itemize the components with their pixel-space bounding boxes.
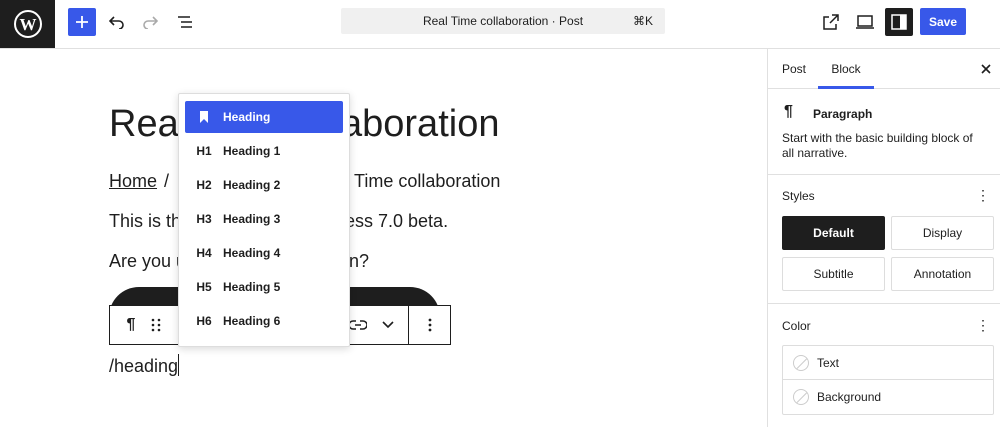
paragraph-1-end[interactable]: ess 7.0 beta. bbox=[345, 209, 448, 233]
drag-handle-icon[interactable] bbox=[146, 306, 166, 344]
menu-item-label: Heading 3 bbox=[223, 212, 281, 226]
block-autocomplete-menu: Heading H1 Heading 1 H2 Heading 2 H3 Hea… bbox=[178, 93, 350, 347]
styles-options-icon[interactable]: ⋮ bbox=[976, 187, 990, 204]
undo-icon[interactable] bbox=[103, 8, 131, 36]
menu-item-heading[interactable]: Heading bbox=[185, 101, 343, 133]
editor-canvas[interactable]: Real aboration Home / Time collaboration… bbox=[0, 49, 767, 427]
h4-icon: H4 bbox=[196, 246, 212, 260]
command-label: Real Time collaboration · Post bbox=[422, 14, 584, 28]
menu-item-label: Heading bbox=[223, 110, 271, 124]
more-options-icon[interactable] bbox=[418, 306, 442, 344]
menu-item-heading-6[interactable]: H6 Heading 6 bbox=[185, 305, 343, 337]
empty-swatch-icon bbox=[793, 354, 809, 371]
color-settings-panel: Text Background bbox=[782, 345, 994, 415]
breadcrumb-separator: / bbox=[164, 171, 170, 191]
document-overview-icon[interactable] bbox=[171, 8, 199, 36]
post-title-start: Real bbox=[109, 103, 188, 145]
top-toolbar: W Real Time collaboration · Post ⌘K Save bbox=[0, 0, 1000, 49]
h2-icon: H2 bbox=[196, 178, 212, 192]
block-card: ¶ Paragraph Start with the basic buildin… bbox=[768, 89, 1000, 175]
menu-item-label: Heading 1 bbox=[223, 144, 281, 158]
paragraph-2-start[interactable]: Are you u bbox=[109, 249, 186, 273]
block-name: Paragraph bbox=[813, 107, 873, 121]
menu-item-heading-5[interactable]: H5 Heading 5 bbox=[185, 271, 343, 303]
breadcrumb: Home / Time collaboration bbox=[109, 169, 500, 193]
color-background-item[interactable]: Background bbox=[783, 380, 993, 414]
tab-post[interactable]: Post bbox=[782, 49, 806, 89]
menu-item-heading-2[interactable]: H2 Heading 2 bbox=[185, 169, 343, 201]
redo-icon[interactable] bbox=[136, 8, 164, 36]
color-text-label: Text bbox=[817, 355, 840, 370]
command-shortcut: ⌘K bbox=[632, 14, 653, 28]
color-options-icon[interactable]: ⋮ bbox=[976, 317, 990, 334]
command-palette-button[interactable]: Real Time collaboration · Post ⌘K bbox=[341, 8, 665, 34]
style-display-button[interactable]: Display bbox=[891, 216, 994, 250]
menu-item-label: Heading 4 bbox=[223, 246, 281, 260]
h6-icon: H6 bbox=[196, 314, 212, 328]
style-default-button[interactable]: Default bbox=[782, 216, 885, 250]
breadcrumb-current: Time collaboration bbox=[354, 171, 501, 191]
style-subtitle-button[interactable]: Subtitle bbox=[782, 257, 885, 291]
view-post-icon[interactable] bbox=[817, 8, 845, 36]
add-block-button[interactable] bbox=[68, 8, 96, 36]
tab-block[interactable]: Block bbox=[818, 49, 874, 89]
h3-icon: H3 bbox=[196, 212, 212, 226]
slash-command-input[interactable]: /heading bbox=[109, 354, 180, 378]
post-title-end: aboration bbox=[341, 103, 500, 145]
toolbar-divider bbox=[408, 306, 409, 344]
section-divider bbox=[768, 303, 1000, 304]
menu-item-heading-3[interactable]: H3 Heading 3 bbox=[185, 203, 343, 235]
color-text-item[interactable]: Text bbox=[783, 346, 993, 380]
style-annotation-button[interactable]: Annotation bbox=[891, 257, 994, 291]
styles-heading: Styles bbox=[782, 189, 815, 203]
color-background-label: Background bbox=[817, 390, 882, 404]
h5-icon: H5 bbox=[196, 280, 212, 294]
color-heading: Color bbox=[782, 319, 811, 333]
menu-item-label: Heading 6 bbox=[223, 314, 281, 328]
close-icon[interactable] bbox=[976, 59, 996, 79]
h1-icon: H1 bbox=[196, 144, 212, 158]
svg-text:W: W bbox=[19, 15, 36, 34]
menu-item-label: Heading 2 bbox=[223, 178, 281, 192]
menu-item-label: Heading 5 bbox=[223, 280, 281, 294]
settings-sidebar: Post Block ¶ Paragraph Start with the ba… bbox=[767, 49, 1000, 427]
slash-command-text: /heading bbox=[109, 356, 179, 376]
paragraph-icon[interactable]: ¶ bbox=[118, 306, 144, 344]
empty-swatch-icon bbox=[793, 389, 809, 405]
save-button[interactable]: Save bbox=[920, 8, 966, 35]
bookmark-icon bbox=[185, 111, 223, 123]
paragraph-icon: ¶ bbox=[784, 103, 793, 120]
menu-item-heading-4[interactable]: H4 Heading 4 bbox=[185, 237, 343, 269]
wordpress-logo-icon[interactable]: W bbox=[0, 0, 55, 48]
paragraph-1-start[interactable]: This is th bbox=[109, 209, 181, 233]
chevron-down-icon[interactable] bbox=[378, 306, 398, 344]
device-preview-icon[interactable] bbox=[851, 8, 879, 36]
sidebar-tabs: Post Block bbox=[768, 49, 1000, 89]
menu-item-heading-1[interactable]: H1 Heading 1 bbox=[185, 135, 343, 167]
breadcrumb-home-link[interactable]: Home bbox=[109, 171, 157, 191]
settings-sidebar-toggle-icon[interactable] bbox=[885, 8, 913, 36]
block-description: Start with the basic building block of a… bbox=[782, 131, 973, 160]
text-caret bbox=[178, 354, 180, 376]
